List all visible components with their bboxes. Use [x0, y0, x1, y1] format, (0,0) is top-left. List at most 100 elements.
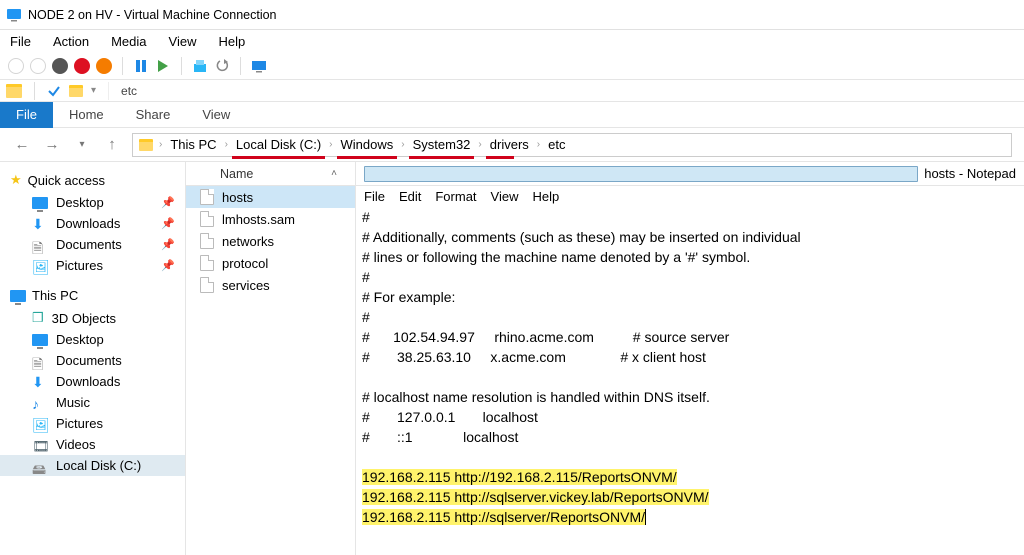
download-icon: ⬇	[32, 217, 48, 231]
pin-icon: 📌	[161, 259, 175, 272]
sidebar-item-documents[interactable]: 🗎Documents📌	[0, 234, 185, 255]
highlighted-line: 192.168.2.115 http://192.168.2.115/Repor…	[362, 469, 677, 485]
pin-icon: 📌	[161, 196, 175, 209]
chevron-right-icon: ›	[159, 139, 162, 150]
notepad-body[interactable]: # # Additionally, comments (such as thes…	[356, 206, 1024, 555]
ribbon-home[interactable]: Home	[53, 102, 120, 128]
file-row-services[interactable]: services	[186, 274, 355, 296]
underline-highlight	[409, 156, 475, 159]
window-title: NODE 2 on HV - Virtual Machine Connectio…	[28, 8, 277, 22]
sidebar-item-pictures2[interactable]: 🖼Pictures	[0, 413, 185, 434]
file-name: hosts	[222, 190, 253, 205]
label: This PC	[32, 288, 78, 303]
file-list-header[interactable]: Name ˄	[186, 162, 355, 186]
menu-media[interactable]: Media	[111, 34, 146, 49]
folder-icon	[69, 85, 83, 97]
label: Music	[56, 395, 90, 410]
file-name: services	[222, 278, 270, 293]
sidebar-item-3dobjects[interactable]: ❒ 3D Objects	[0, 307, 185, 329]
quick-access[interactable]: ★ Quick access	[0, 168, 185, 192]
label: 3D Objects	[52, 311, 116, 326]
navigation-pane: ★ Quick access Desktop📌 ⬇Downloads📌 🗎Doc…	[0, 162, 186, 555]
back-button[interactable]: ←	[12, 135, 32, 155]
notepad-title: hosts - Notepad	[924, 166, 1016, 181]
separator	[181, 57, 182, 75]
label: Desktop	[56, 332, 104, 347]
breadcrumb-local-disk[interactable]: Local Disk (C:)	[234, 137, 323, 152]
vm-enhanced-icon[interactable]	[251, 58, 267, 74]
np-menu-edit[interactable]: Edit	[399, 189, 421, 204]
up-button[interactable]: ↑	[102, 135, 122, 155]
np-menu-help[interactable]: Help	[532, 189, 559, 204]
sidebar-item-downloads[interactable]: ⬇Downloads📌	[0, 213, 185, 234]
menu-help[interactable]: Help	[218, 34, 245, 49]
sidebar-item-desktop2[interactable]: Desktop	[0, 329, 185, 350]
breadcrumb-this-pc[interactable]: This PC	[168, 137, 218, 152]
vm-start-icon[interactable]	[30, 58, 46, 74]
vm-shutdown-icon[interactable]	[74, 58, 90, 74]
checkmark-icon[interactable]	[47, 84, 61, 98]
chevron-right-icon: ›	[478, 139, 481, 150]
this-pc[interactable]: This PC	[0, 284, 185, 307]
pin-icon: 📌	[161, 238, 175, 251]
file-icon	[200, 211, 214, 227]
vm-ctrlaltdel-icon[interactable]	[8, 58, 24, 74]
sidebar-item-documents2[interactable]: 🗎 Documents	[0, 350, 185, 371]
np-menu-format[interactable]: Format	[435, 189, 476, 204]
vm-reset-icon[interactable]	[155, 58, 171, 74]
sidebar-item-localdisk[interactable]: 🖴Local Disk (C:)	[0, 455, 185, 476]
navbar: ← → ▾ ↑ › This PC › Local Disk (C:) › Wi…	[0, 128, 1024, 162]
vm-revert-icon[interactable]	[214, 58, 230, 74]
document-icon: 🗎	[32, 238, 48, 252]
notepad-menubar: File Edit Format View Help	[356, 186, 1024, 206]
ribbon-share[interactable]: Share	[120, 102, 187, 128]
ribbon-view[interactable]: View	[186, 102, 246, 128]
breadcrumb-system32[interactable]: System32	[411, 137, 473, 152]
file-row-protocol[interactable]: protocol	[186, 252, 355, 274]
breadcrumb[interactable]: › This PC › Local Disk (C:) › Windows › …	[132, 133, 1012, 157]
vm-pause-icon[interactable]	[133, 58, 149, 74]
file-row-hosts[interactable]: hosts	[186, 186, 355, 208]
breadcrumb-label: System32	[413, 137, 471, 152]
file-icon	[200, 233, 214, 249]
ribbon-file[interactable]: File	[0, 102, 53, 128]
sidebar-item-downloads2[interactable]: ⬇Downloads	[0, 371, 185, 392]
pc-icon	[10, 290, 26, 302]
sidebar-item-music[interactable]: ♪Music	[0, 392, 185, 413]
disk-icon: 🖴	[32, 459, 48, 473]
chevron-right-icon: ›	[537, 139, 540, 150]
recent-dropdown[interactable]: ▾	[72, 135, 92, 155]
sidebar-item-videos[interactable]: 🎞Videos	[0, 434, 185, 455]
separator	[34, 82, 35, 100]
label: Quick access	[28, 173, 105, 188]
cube-icon: ❒	[32, 310, 44, 326]
file-row-networks[interactable]: networks	[186, 230, 355, 252]
menu-action[interactable]: Action	[53, 34, 89, 49]
folder-icon	[139, 139, 153, 151]
pin-icon: 📌	[161, 217, 175, 230]
breadcrumb-drivers[interactable]: drivers	[488, 137, 531, 152]
underline-highlight	[337, 156, 398, 159]
menu-file[interactable]: File	[10, 34, 31, 49]
document-icon: 🗎	[32, 354, 48, 368]
underline-highlight	[486, 156, 514, 159]
breadcrumb-windows[interactable]: Windows	[339, 137, 396, 152]
menu-view[interactable]: View	[169, 34, 197, 49]
label: Documents	[56, 353, 122, 368]
forward-button[interactable]: →	[42, 135, 62, 155]
np-menu-view[interactable]: View	[491, 189, 519, 204]
breadcrumb-etc[interactable]: etc	[546, 137, 567, 152]
vm-save-icon[interactable]	[96, 58, 112, 74]
vm-checkpoint-icon[interactable]	[192, 58, 208, 74]
vm-turnoff-icon[interactable]	[52, 58, 68, 74]
file-icon	[200, 255, 214, 271]
np-menu-file[interactable]: File	[364, 189, 385, 204]
file-row-lmhosts[interactable]: lmhosts.sam	[186, 208, 355, 230]
sidebar-item-pictures[interactable]: 🖼Pictures📌	[0, 255, 185, 276]
file-icon	[200, 189, 214, 205]
chevron-right-icon: ›	[401, 139, 404, 150]
chevron-down-icon[interactable]: ▾	[91, 85, 96, 96]
sidebar-item-desktop[interactable]: Desktop📌	[0, 192, 185, 213]
file-name: protocol	[222, 256, 268, 271]
notepad-icon	[364, 166, 918, 182]
